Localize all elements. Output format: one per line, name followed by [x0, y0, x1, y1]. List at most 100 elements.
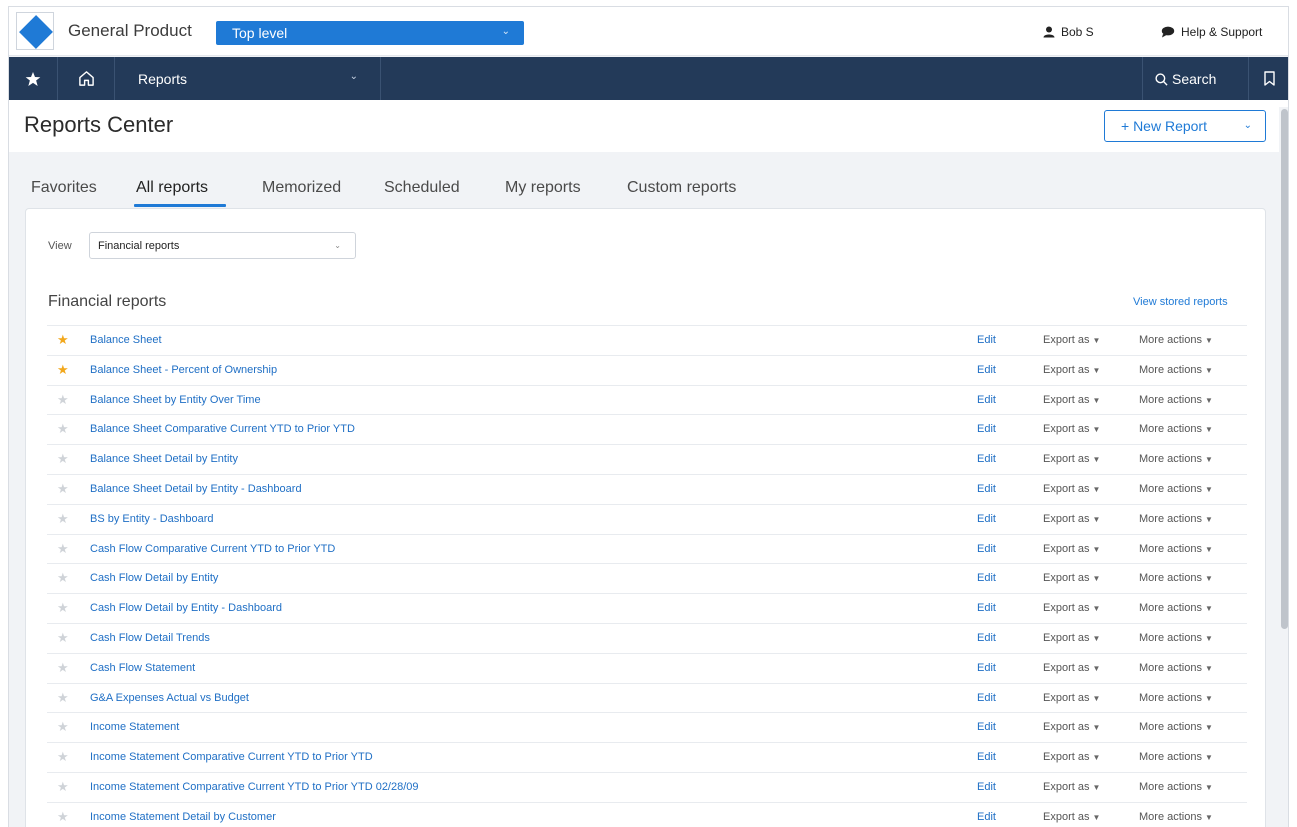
edit-link[interactable]: Edit [977, 602, 996, 614]
user-menu[interactable]: Bob S [1043, 25, 1094, 39]
export-as-menu[interactable]: Export as ▼ [1043, 811, 1100, 823]
scrollbar-thumb[interactable] [1281, 109, 1288, 629]
scrollbar[interactable] [1279, 107, 1288, 827]
report-name-link[interactable]: Balance Sheet - Percent of Ownership [90, 364, 277, 376]
report-name-link[interactable]: Income Statement [90, 721, 179, 733]
star-icon[interactable]: ★ [57, 750, 69, 763]
edit-link[interactable]: Edit [977, 721, 996, 733]
diamond-logo-icon[interactable] [16, 12, 54, 50]
edit-link[interactable]: Edit [977, 483, 996, 495]
favorites-nav-button[interactable] [9, 57, 58, 100]
star-icon[interactable]: ★ [57, 422, 69, 435]
view-select[interactable]: Financial reports ⌄ [89, 232, 356, 259]
more-actions-menu[interactable]: More actions ▼ [1139, 662, 1213, 674]
report-name-link[interactable]: Balance Sheet [90, 334, 162, 346]
more-actions-menu[interactable]: More actions ▼ [1139, 423, 1213, 435]
tab-memorized[interactable]: Memorized [262, 179, 341, 197]
help-support-link[interactable]: Help & Support [1161, 25, 1262, 39]
more-actions-menu[interactable]: More actions ▼ [1139, 364, 1213, 376]
home-nav-button[interactable] [58, 57, 115, 100]
report-name-link[interactable]: Balance Sheet Detail by Entity [90, 453, 238, 465]
star-icon[interactable]: ★ [57, 542, 69, 555]
edit-link[interactable]: Edit [977, 572, 996, 584]
tab-favorites[interactable]: Favorites [31, 179, 97, 197]
export-as-menu[interactable]: Export as ▼ [1043, 483, 1100, 495]
export-as-menu[interactable]: Export as ▼ [1043, 721, 1100, 733]
more-actions-menu[interactable]: More actions ▼ [1139, 543, 1213, 555]
more-actions-menu[interactable]: More actions ▼ [1139, 692, 1213, 704]
edit-link[interactable]: Edit [977, 423, 996, 435]
edit-link[interactable]: Edit [977, 394, 996, 406]
more-actions-menu[interactable]: More actions ▼ [1139, 751, 1213, 763]
edit-link[interactable]: Edit [977, 692, 996, 704]
more-actions-menu[interactable]: More actions ▼ [1139, 602, 1213, 614]
edit-link[interactable]: Edit [977, 662, 996, 674]
star-icon[interactable]: ★ [57, 333, 69, 346]
star-icon[interactable]: ★ [57, 691, 69, 704]
report-name-link[interactable]: Income Statement Detail by Customer [90, 811, 276, 823]
tab-my-reports[interactable]: My reports [505, 179, 581, 197]
star-icon[interactable]: ★ [57, 393, 69, 406]
export-as-menu[interactable]: Export as ▼ [1043, 692, 1100, 704]
report-name-link[interactable]: Balance Sheet by Entity Over Time [90, 394, 261, 406]
module-selector[interactable]: Reports ⌄ [115, 57, 381, 100]
report-name-link[interactable]: Balance Sheet Comparative Current YTD to… [90, 423, 355, 435]
bookmark-button[interactable] [1249, 57, 1288, 100]
edit-link[interactable]: Edit [977, 543, 996, 555]
entity-selector[interactable]: Top level ⌄ [216, 21, 524, 45]
export-as-menu[interactable]: Export as ▼ [1043, 394, 1100, 406]
more-actions-menu[interactable]: More actions ▼ [1139, 572, 1213, 584]
report-name-link[interactable]: G&A Expenses Actual vs Budget [90, 692, 249, 704]
more-actions-menu[interactable]: More actions ▼ [1139, 513, 1213, 525]
export-as-menu[interactable]: Export as ▼ [1043, 572, 1100, 584]
more-actions-menu[interactable]: More actions ▼ [1139, 394, 1213, 406]
more-actions-menu[interactable]: More actions ▼ [1139, 632, 1213, 644]
star-icon[interactable]: ★ [57, 631, 69, 644]
edit-link[interactable]: Edit [977, 513, 996, 525]
view-stored-reports-link[interactable]: View stored reports [1133, 296, 1228, 308]
star-icon[interactable]: ★ [57, 720, 69, 733]
report-name-link[interactable]: Cash Flow Detail by Entity [90, 572, 218, 584]
report-name-link[interactable]: Balance Sheet Detail by Entity - Dashboa… [90, 483, 302, 495]
edit-link[interactable]: Edit [977, 751, 996, 763]
more-actions-menu[interactable]: More actions ▼ [1139, 334, 1213, 346]
edit-link[interactable]: Edit [977, 334, 996, 346]
star-icon[interactable]: ★ [57, 571, 69, 584]
edit-link[interactable]: Edit [977, 811, 996, 823]
export-as-menu[interactable]: Export as ▼ [1043, 602, 1100, 614]
report-name-link[interactable]: Income Statement Comparative Current YTD… [90, 751, 373, 763]
report-name-link[interactable]: Cash Flow Detail Trends [90, 632, 210, 644]
edit-link[interactable]: Edit [977, 364, 996, 376]
report-name-link[interactable]: BS by Entity - Dashboard [90, 513, 214, 525]
tab-all-reports[interactable]: All reports [136, 179, 208, 197]
export-as-menu[interactable]: Export as ▼ [1043, 543, 1100, 555]
star-icon[interactable]: ★ [57, 452, 69, 465]
star-icon[interactable]: ★ [57, 810, 69, 823]
export-as-menu[interactable]: Export as ▼ [1043, 781, 1100, 793]
export-as-menu[interactable]: Export as ▼ [1043, 334, 1100, 346]
star-icon[interactable]: ★ [57, 601, 69, 614]
export-as-menu[interactable]: Export as ▼ [1043, 662, 1100, 674]
export-as-menu[interactable]: Export as ▼ [1043, 513, 1100, 525]
edit-link[interactable]: Edit [977, 453, 996, 465]
more-actions-menu[interactable]: More actions ▼ [1139, 453, 1213, 465]
report-name-link[interactable]: Income Statement Comparative Current YTD… [90, 781, 419, 793]
export-as-menu[interactable]: Export as ▼ [1043, 751, 1100, 763]
export-as-menu[interactable]: Export as ▼ [1043, 453, 1100, 465]
report-name-link[interactable]: Cash Flow Detail by Entity - Dashboard [90, 602, 282, 614]
search-button[interactable]: Search [1142, 57, 1249, 100]
tab-custom-reports[interactable]: Custom reports [627, 179, 736, 197]
star-icon[interactable]: ★ [57, 482, 69, 495]
new-report-button[interactable]: + New Report ⌄ [1104, 110, 1266, 142]
more-actions-menu[interactable]: More actions ▼ [1139, 721, 1213, 733]
more-actions-menu[interactable]: More actions ▼ [1139, 781, 1213, 793]
export-as-menu[interactable]: Export as ▼ [1043, 364, 1100, 376]
export-as-menu[interactable]: Export as ▼ [1043, 423, 1100, 435]
export-as-menu[interactable]: Export as ▼ [1043, 632, 1100, 644]
more-actions-menu[interactable]: More actions ▼ [1139, 811, 1213, 823]
report-name-link[interactable]: Cash Flow Comparative Current YTD to Pri… [90, 543, 335, 555]
more-actions-menu[interactable]: More actions ▼ [1139, 483, 1213, 495]
star-icon[interactable]: ★ [57, 661, 69, 674]
star-icon[interactable]: ★ [57, 780, 69, 793]
edit-link[interactable]: Edit [977, 632, 996, 644]
